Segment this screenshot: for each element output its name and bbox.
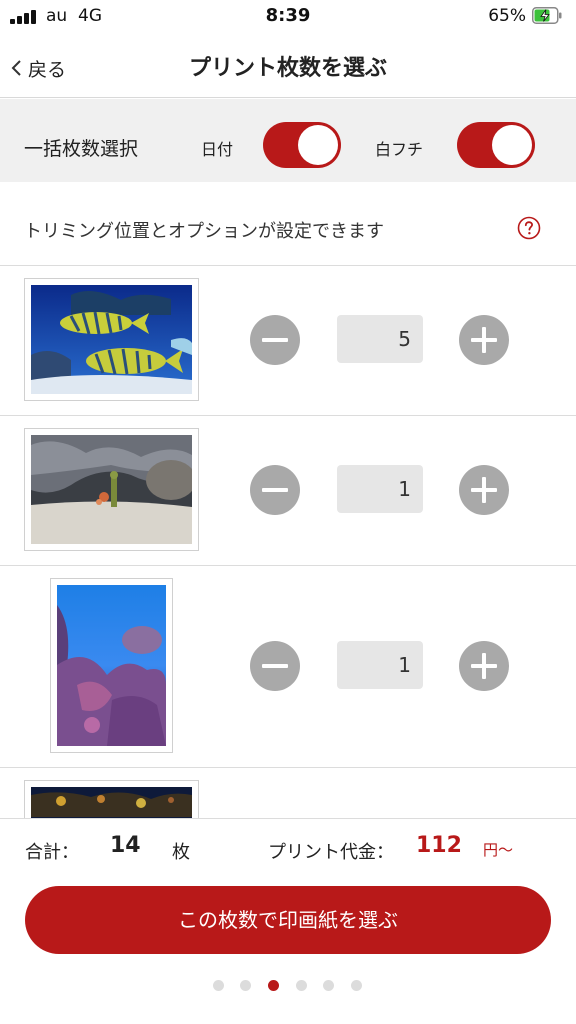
status-bar: au 4G 8:39 65% <box>0 0 576 34</box>
battery-charging-icon <box>532 7 562 24</box>
quantity-field[interactable]: 1 <box>337 641 423 689</box>
trimming-info-text: トリミング位置とオプションが設定できます <box>24 221 384 242</box>
select-paper-button[interactable]: この枚数で印画紙を選ぶ <box>25 886 551 954</box>
price-unit: 円〜 <box>483 841 514 859</box>
increase-quantity-button[interactable] <box>459 641 509 691</box>
page-dot[interactable] <box>240 980 251 991</box>
decrease-quantity-button[interactable] <box>250 315 300 365</box>
total-count: 14 <box>110 833 141 858</box>
quantity-field[interactable]: 5 <box>337 315 423 363</box>
photo-thumbnail[interactable] <box>50 578 173 753</box>
dark-reef-photo <box>31 787 192 818</box>
photo-thumbnail[interactable] <box>24 278 199 401</box>
page-indicator <box>0 980 576 992</box>
total-label: 合計： <box>25 842 79 863</box>
page-title: プリント枚数を選ぶ <box>188 56 387 81</box>
photo-row: 5 <box>0 266 576 416</box>
quantity-field[interactable]: 1 <box>337 465 423 513</box>
date-toggle[interactable] <box>263 122 341 168</box>
navigation-bar: 戻る プリント枚数を選ぶ <box>0 34 576 98</box>
rock-sand-photo <box>31 435 192 544</box>
toggle-knob <box>492 125 532 165</box>
date-toggle-label: 日付 <box>201 140 234 159</box>
trimming-info-row: トリミング位置とオプションが設定できます <box>0 182 576 266</box>
decrease-quantity-button[interactable] <box>250 465 300 515</box>
photo-row: 1 <box>0 566 576 768</box>
purple-coral-photo <box>57 585 166 746</box>
toggle-knob <box>298 125 338 165</box>
count-unit: 枚 <box>172 842 190 863</box>
question-circle-icon[interactable] <box>517 216 541 240</box>
page-dot[interactable] <box>351 980 362 991</box>
battery-percent: 65% <box>488 6 526 26</box>
page-dot-active[interactable] <box>268 980 279 991</box>
page-dot[interactable] <box>213 980 224 991</box>
striped-fish-photo <box>31 285 192 394</box>
photo-thumbnail[interactable] <box>24 780 199 818</box>
price-value: 112 <box>416 833 462 858</box>
increase-quantity-button[interactable] <box>459 315 509 365</box>
price-label: プリント代金： <box>268 842 394 863</box>
photo-thumbnail[interactable] <box>24 428 199 551</box>
bulk-settings-row: 一括枚数選択 日付 白フチ <box>0 99 576 182</box>
decrease-quantity-button[interactable] <box>250 641 300 691</box>
photo-row <box>0 768 576 818</box>
summary-bar: 合計： 14 枚 プリント代金： 112 円〜 <box>0 818 576 878</box>
white-border-toggle-label: 白フチ <box>375 140 424 159</box>
photo-row: 1 <box>0 416 576 566</box>
page-dot[interactable] <box>296 980 307 991</box>
page-dot[interactable] <box>323 980 334 991</box>
white-border-toggle[interactable] <box>457 122 535 168</box>
increase-quantity-button[interactable] <box>459 465 509 515</box>
bulk-quantity-label[interactable]: 一括枚数選択 <box>24 134 138 161</box>
